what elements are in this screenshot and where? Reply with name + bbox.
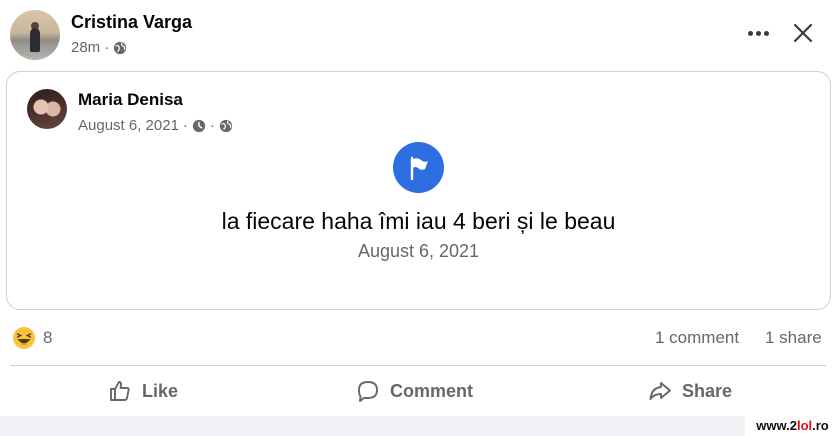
close-button[interactable]	[786, 16, 820, 50]
flag-glyph	[410, 156, 428, 180]
watermark-suffix: .ro	[812, 417, 829, 433]
post-stats: 8 1 comment 1 share	[0, 322, 840, 354]
life-event-text: la fiecare haha îmi iau 4 beri și le bea…	[221, 208, 616, 234]
share-label: Share	[682, 380, 733, 401]
divider	[10, 365, 826, 366]
comment-label: Comment	[390, 380, 474, 401]
more-icon	[747, 30, 753, 36]
more-options-button[interactable]	[740, 18, 776, 48]
meta-separator: ·	[182, 117, 188, 134]
comment-count[interactable]: 1 comment	[655, 328, 739, 348]
watermark: www.2 lol .ro	[745, 414, 840, 436]
haha-emoji-icon[interactable]	[12, 326, 36, 350]
post-meta: 28m ·	[71, 39, 127, 56]
watermark-accent: lol	[796, 417, 813, 433]
shared-author-avatar[interactable]	[27, 89, 67, 129]
post-header: Cristina Varga 28m ·	[0, 0, 840, 70]
author-name[interactable]: Cristina Varga	[71, 12, 192, 33]
shared-author-name[interactable]: Maria Denisa	[78, 90, 183, 110]
share-button[interactable]: Share	[648, 370, 732, 412]
action-bar: Like Comment Share	[0, 370, 840, 412]
author-avatar[interactable]	[10, 10, 60, 60]
like-button[interactable]: Like	[108, 370, 178, 412]
clock-icon	[192, 119, 206, 132]
shared-post-meta: August 6, 2021 · ·	[78, 117, 233, 134]
reaction-count[interactable]: 8	[43, 328, 52, 348]
shared-post-card[interactable]: Maria Denisa August 6, 2021 · · la fieca…	[6, 71, 831, 310]
life-event-date: August 6, 2021	[357, 241, 480, 261]
like-label: Like	[142, 380, 179, 401]
watermark-prefix: www.2	[756, 417, 797, 433]
shared-post-date[interactable]: August 6, 2021	[78, 117, 179, 134]
flag-icon	[393, 142, 444, 193]
feed-background	[0, 416, 840, 436]
meta-separator: ·	[104, 39, 110, 56]
close-icon	[793, 23, 813, 43]
share-count[interactable]: 1 share	[765, 328, 822, 348]
meta-separator: ·	[209, 117, 215, 134]
globe-icon[interactable]	[113, 41, 127, 55]
share-arrow-icon	[649, 382, 671, 400]
thumbs-up-icon	[110, 381, 130, 401]
comment-button[interactable]: Comment	[356, 370, 473, 412]
post-time[interactable]: 28m	[71, 39, 100, 56]
globe-icon[interactable]	[219, 119, 233, 133]
avatar-figure-body	[30, 28, 40, 52]
comment-icon	[358, 381, 378, 402]
